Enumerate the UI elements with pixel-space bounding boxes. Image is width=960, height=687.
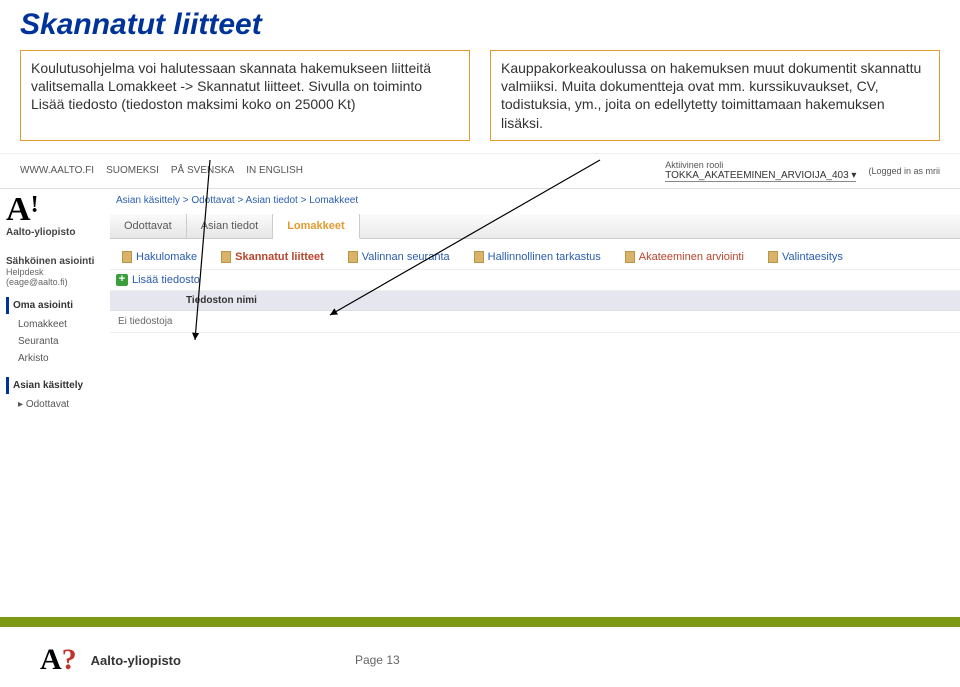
role-label: Aktiivinen rooli [665, 160, 856, 170]
file-table-header: Tiedoston nimi [110, 291, 960, 311]
subtab-hallinnollinen[interactable]: Hallinnollinen tarkastus [462, 245, 613, 269]
doc-icon [221, 251, 231, 263]
plus-icon: + [116, 274, 128, 286]
doc-icon [474, 251, 484, 263]
sidebar-head-asian[interactable]: Asian käsittely [6, 377, 104, 394]
sidebar: A! Aalto‑yliopisto Sähköinen asiointi He… [0, 189, 110, 420]
sidebar-item-seuranta[interactable]: Seuranta [6, 333, 104, 350]
doc-icon [768, 251, 778, 263]
footer-logo: A? [40, 643, 77, 677]
footer-site: Aalto-yliopisto [91, 653, 181, 668]
sidebar-head-oma[interactable]: Oma asiointi [6, 297, 104, 314]
page-title: Skannatut liitteet [0, 0, 960, 46]
bc-3[interactable]: Lomakkeet [309, 195, 358, 206]
app-screenshot: WWW.AALTO.FI SUOMEKSI PÅ SVENSKA IN ENGL… [0, 153, 960, 420]
callout-right: Kauppakorkeakoulussa on hakemuksen muut … [490, 50, 940, 141]
sidebar-item-lomakkeet[interactable]: Lomakkeet [6, 316, 104, 333]
doc-icon [348, 251, 358, 263]
no-files-row: Ei tiedostoja [110, 311, 960, 333]
subtab-seuranta[interactable]: Valinnan seuranta [336, 245, 462, 269]
site-name: Aalto‑yliopisto [6, 227, 104, 238]
subtab-hakulomake[interactable]: Hakulomake [110, 245, 209, 269]
sidebar-item-odottavat[interactable]: ▸ Odottavat [6, 396, 104, 413]
bc-0[interactable]: Asian käsittely [116, 195, 180, 206]
main-tabs: Odottavat Asian tiedot Lomakkeet [110, 214, 960, 239]
sub-tabs: Hakulomake Skannatut liitteet Valinnan s… [110, 245, 960, 270]
footer: A? Aalto-yliopisto Page 13 [0, 643, 960, 677]
top-links-bar: WWW.AALTO.FI SUOMEKSI PÅ SVENSKA IN ENGL… [0, 154, 960, 189]
helpdesk-link[interactable]: Helpdesk (eage@aalto.fi) [6, 267, 104, 287]
tab-lomakkeet[interactable]: Lomakkeet [273, 214, 359, 239]
page-number: Page 13 [355, 653, 400, 667]
lang-fi[interactable]: SUOMEKSI [106, 165, 159, 176]
breadcrumb: Asian käsittely > Odottavat > Asian tied… [110, 193, 960, 208]
add-row: + Lisää tiedosto [110, 270, 960, 291]
subtab-akateeminen[interactable]: Akateeminen arviointi [613, 245, 756, 269]
doc-icon [122, 251, 132, 263]
subtab-valintaesitys[interactable]: Valintaesitys [756, 245, 855, 269]
tab-asiantiedot[interactable]: Asian tiedot [187, 214, 273, 238]
lang-en[interactable]: IN ENGLISH [246, 165, 303, 176]
tab-odottavat[interactable]: Odottavat [110, 214, 187, 238]
sidebar-item-arkisto[interactable]: Arkisto [6, 350, 104, 367]
add-file-link[interactable]: Lisää tiedosto [132, 274, 200, 286]
role-select[interactable]: TOKKA_AKATEEMINEN_ARVIOIJA_403 ▾ [665, 170, 856, 182]
footer-bar [0, 617, 960, 627]
callout-left: Koulutusohjelma voi halutessaan skannata… [20, 50, 470, 141]
site-url[interactable]: WWW.AALTO.FI [20, 165, 94, 176]
bc-1[interactable]: Odottavat [191, 195, 234, 206]
bc-2[interactable]: Asian tiedot [246, 195, 298, 206]
help-title: Sähköinen asiointi [6, 256, 104, 267]
login-status: (Logged in as mrii [868, 166, 940, 176]
aalto-logo: A! [6, 195, 104, 226]
content-area: Asian käsittely > Odottavat > Asian tied… [110, 189, 960, 420]
doc-icon [625, 251, 635, 263]
lang-sv[interactable]: PÅ SVENSKA [171, 165, 234, 176]
subtab-skannatut[interactable]: Skannatut liitteet [209, 245, 336, 269]
